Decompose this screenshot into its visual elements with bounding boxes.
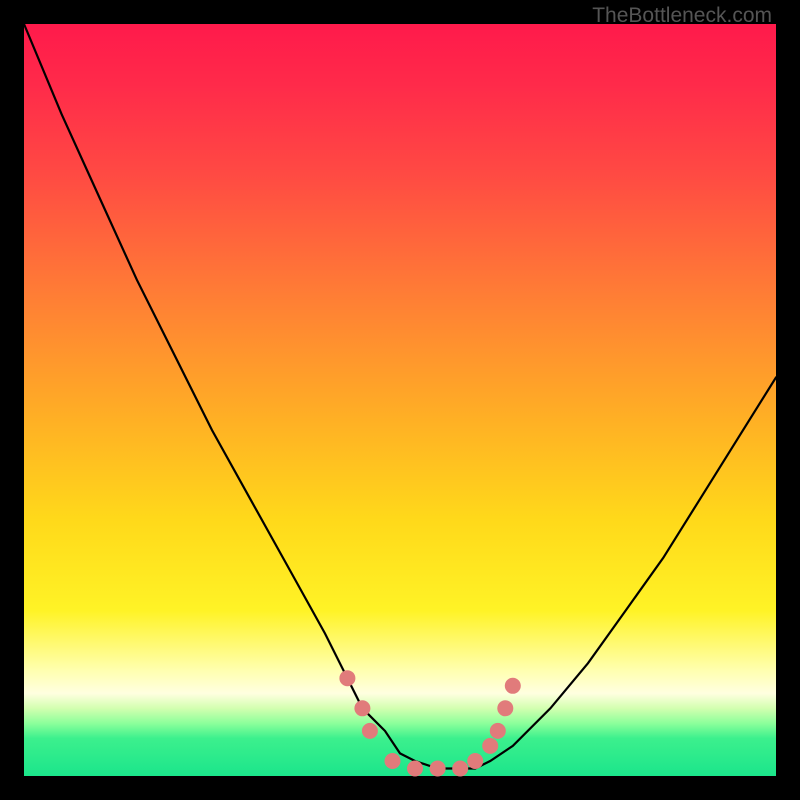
highlight-point [430, 761, 446, 777]
highlight-point [407, 761, 423, 777]
highlight-point [354, 700, 370, 716]
highlight-point [505, 678, 521, 694]
highlight-point [497, 700, 513, 716]
chart-svg [24, 24, 776, 776]
highlight-point [482, 738, 498, 754]
plot-area [24, 24, 776, 776]
chart-frame: TheBottleneck.com [0, 0, 800, 800]
highlight-point [467, 753, 483, 769]
highlight-point [339, 670, 355, 686]
highlight-point [362, 723, 378, 739]
highlight-point [385, 753, 401, 769]
attribution-label: TheBottleneck.com [592, 4, 772, 28]
highlight-point [452, 761, 468, 777]
highlight-point [490, 723, 506, 739]
bottleneck-curve [24, 24, 776, 769]
highlight-markers [339, 670, 520, 776]
